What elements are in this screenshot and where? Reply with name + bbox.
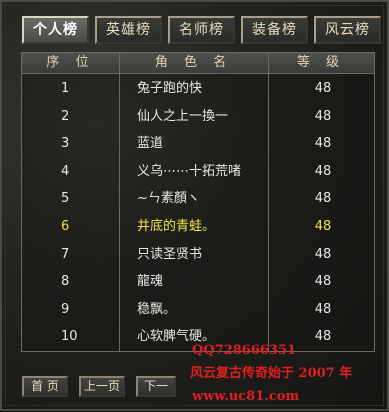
- watermark-slogan: 风云复古传奇始于 2007 年: [190, 366, 353, 381]
- table-header: 序 位 角 色 名 等 级: [22, 53, 374, 74]
- rank-cell: 7: [61, 246, 70, 262]
- level-cell: 48: [314, 81, 332, 96]
- level-cell: 48: [314, 301, 332, 317]
- watermark: QQ728666351 风云复古传奇始于 2007 年 www.uc81.com: [190, 342, 389, 412]
- ranking-panel: 个人榜 英雄榜 名师榜 装备榜 风云榜 序 位 角 色 名 等 级 1 兔子跑的快…: [0, 0, 389, 411]
- table-row[interactable]: 1 兔子跑的快 48: [22, 75, 374, 103]
- first-page-button[interactable]: 首 页: [22, 376, 68, 397]
- ranking-tabs: 个人榜 英雄榜 名师榜 装备榜 风云榜: [22, 16, 382, 46]
- level-cell: 48: [314, 274, 332, 290]
- player-name-cell: 只读圣贤书: [137, 246, 203, 262]
- next-page-button[interactable]: 下一: [136, 376, 176, 397]
- table-row[interactable]: 6 井底的青蛙。 48: [22, 213, 374, 241]
- player-name-cell: 井底的青蛙。: [137, 219, 216, 234]
- tab-equipment[interactable]: 装备榜: [241, 16, 308, 44]
- header-level: 等 级: [296, 55, 346, 70]
- rank-cell: 5: [61, 191, 70, 207]
- watermark-qq: QQ728666351: [192, 343, 297, 358]
- level-cell: 48: [314, 219, 332, 234]
- player-name-cell: 蓝道: [137, 136, 164, 152]
- table-row[interactable]: 4 义乌⋯⋯十拓荒啫 48: [22, 158, 374, 186]
- level-cell: 48: [314, 246, 332, 262]
- tab-fengyun[interactable]: 风云榜: [314, 16, 381, 44]
- table-row[interactable]: 5 ~ㄣ素顏ヽ 48: [22, 185, 374, 213]
- watermark-url: www.uc81.com: [192, 389, 300, 404]
- table-row[interactable]: 8 龍魂 48: [22, 268, 374, 296]
- level-cell: 48: [314, 108, 332, 124]
- player-name-cell: 兔子跑的快: [137, 81, 203, 96]
- rank-cell: 2: [61, 108, 70, 124]
- level-cell: 48: [314, 136, 332, 152]
- ranking-table: 序 位 角 色 名 等 级 1 兔子跑的快 48 2 仙人之上一換一 48 3 蓝道 48 4 义乌…: [21, 52, 375, 352]
- rank-cell: 10: [61, 329, 78, 345]
- tab-master[interactable]: 名师榜: [168, 16, 235, 44]
- rank-cell: 3: [61, 136, 70, 152]
- header-rank: 序 位: [46, 55, 95, 70]
- level-cell: 48: [314, 191, 332, 207]
- table-row[interactable]: 9 稳飘。 48: [22, 296, 374, 324]
- level-cell: 48: [314, 163, 332, 179]
- rank-cell: 6: [61, 219, 70, 234]
- table-row[interactable]: 2 仙人之上一換一 48: [22, 103, 374, 131]
- pager: 首 页 上一页 下一: [22, 376, 192, 398]
- player-name-cell: 稳飘。: [137, 301, 177, 317]
- header-name: 角 色 名: [154, 55, 233, 70]
- rank-cell: 8: [61, 274, 70, 290]
- rank-cell: 1: [61, 81, 70, 96]
- player-name-cell: 龍魂: [137, 274, 164, 290]
- rank-cell: 4: [61, 163, 70, 179]
- player-name-cell: 义乌⋯⋯十拓荒啫: [137, 163, 242, 179]
- tab-hero[interactable]: 英雄榜: [95, 16, 162, 44]
- table-row[interactable]: 3 蓝道 48: [22, 130, 374, 158]
- prev-page-button[interactable]: 上一页: [79, 376, 125, 397]
- player-name-cell: ~ㄣ素顏ヽ: [137, 191, 200, 207]
- table-row[interactable]: 7 只读圣贤书 48: [22, 241, 374, 269]
- player-name-cell: 仙人之上一換一: [137, 108, 229, 124]
- tab-personal[interactable]: 个人榜: [22, 16, 89, 44]
- rank-cell: 9: [61, 301, 70, 317]
